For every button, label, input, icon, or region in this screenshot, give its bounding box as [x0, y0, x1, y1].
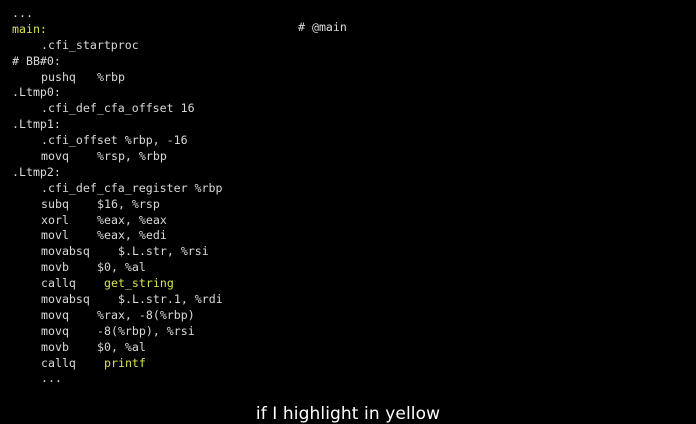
code-text: .Ltmp1:: [12, 117, 61, 132]
code-line: ...: [12, 371, 223, 387]
code-line: pushq %rbp: [12, 70, 223, 86]
code-mnemonic: movl: [41, 228, 69, 243]
code-line: subq $16, %rsp: [12, 197, 223, 213]
code-line: main:: [12, 22, 223, 38]
code-line: movq %rax, -8(%rbp): [12, 308, 223, 324]
code-mnemonic: movabsq: [41, 292, 90, 307]
code-text: .Ltmp0:: [12, 85, 61, 100]
code-text: .cfi_startproc: [41, 37, 139, 52]
code-line: movb $0, %al: [12, 260, 223, 276]
code-operands: %rsp, %rbp: [97, 149, 167, 164]
code-text: ...: [41, 371, 62, 386]
code-line: ...: [12, 6, 223, 22]
code-mnemonic: callq: [41, 276, 76, 291]
code-operands: $.L.str, %rsi: [118, 244, 209, 259]
code-mnemonic: movb: [41, 339, 69, 354]
code-line: .cfi_def_cfa_offset 16: [12, 101, 223, 117]
code-operands: -8(%rbp), %rsi: [97, 323, 195, 338]
code-label: main:: [12, 21, 47, 36]
code-text: # BB#0:: [12, 53, 61, 68]
called-function-name: printf: [104, 355, 146, 370]
code-mnemonic: movabsq: [41, 244, 90, 259]
code-mnemonic: movb: [41, 260, 69, 275]
code-text: .cfi_def_cfa_register %rbp: [41, 180, 223, 195]
code-mnemonic: movq: [41, 307, 69, 322]
code-mnemonic: xorl: [41, 212, 69, 227]
code-line: movabsq $.L.str, %rsi: [12, 244, 223, 260]
code-line: movq -8(%rbp), %rsi: [12, 324, 223, 340]
code-line: # BB#0:: [12, 54, 223, 70]
code-operands: %eax, %edi: [97, 228, 167, 243]
code-mnemonic: pushq: [41, 69, 76, 84]
code-line: movq %rsp, %rbp: [12, 149, 223, 165]
code-line: .Ltmp1:: [12, 117, 223, 133]
code-operands: $16, %rsp: [97, 196, 160, 211]
code-line: callq get_string: [12, 276, 223, 292]
code-mnemonic: movq: [41, 323, 69, 338]
code-operands: $.L.str.1, %rdi: [118, 292, 223, 307]
main-comment: # @main: [298, 20, 347, 34]
code-line: xorl %eax, %eax: [12, 213, 223, 229]
code-mnemonic: subq: [41, 196, 69, 211]
code-operands: %rbp: [97, 69, 125, 84]
code-line: .Ltmp2:: [12, 165, 223, 181]
code-text: .cfi_offset %rbp, -16: [41, 133, 188, 148]
code-operands: %rax, -8(%rbp): [97, 307, 195, 322]
code-mnemonic: movq: [41, 149, 69, 164]
assembly-code-listing: ... main: .cfi_startproc # BB#0: pushq %rbp .L…: [12, 6, 223, 387]
code-mnemonic: callq: [41, 355, 76, 370]
code-text: ...: [12, 6, 33, 20]
code-operands: $0, %al: [97, 339, 146, 354]
code-line: .cfi_startproc: [12, 38, 223, 54]
code-line: .cfi_def_cfa_register %rbp: [12, 181, 223, 197]
code-line: movb $0, %al: [12, 340, 223, 356]
video-caption: if I highlight in yellow: [255, 404, 441, 424]
code-operands: %eax, %eax: [97, 212, 167, 227]
code-line: .Ltmp0:: [12, 85, 223, 101]
called-function-name: get_string: [104, 276, 174, 291]
code-line: callq printf: [12, 356, 223, 372]
code-line: movabsq $.L.str.1, %rdi: [12, 292, 223, 308]
code-text: .Ltmp2:: [12, 164, 61, 179]
code-text: .cfi_def_cfa_offset 16: [41, 101, 195, 116]
code-operands: $0, %al: [97, 260, 146, 275]
code-line: movl %eax, %edi: [12, 228, 223, 244]
code-line: .cfi_offset %rbp, -16: [12, 133, 223, 149]
